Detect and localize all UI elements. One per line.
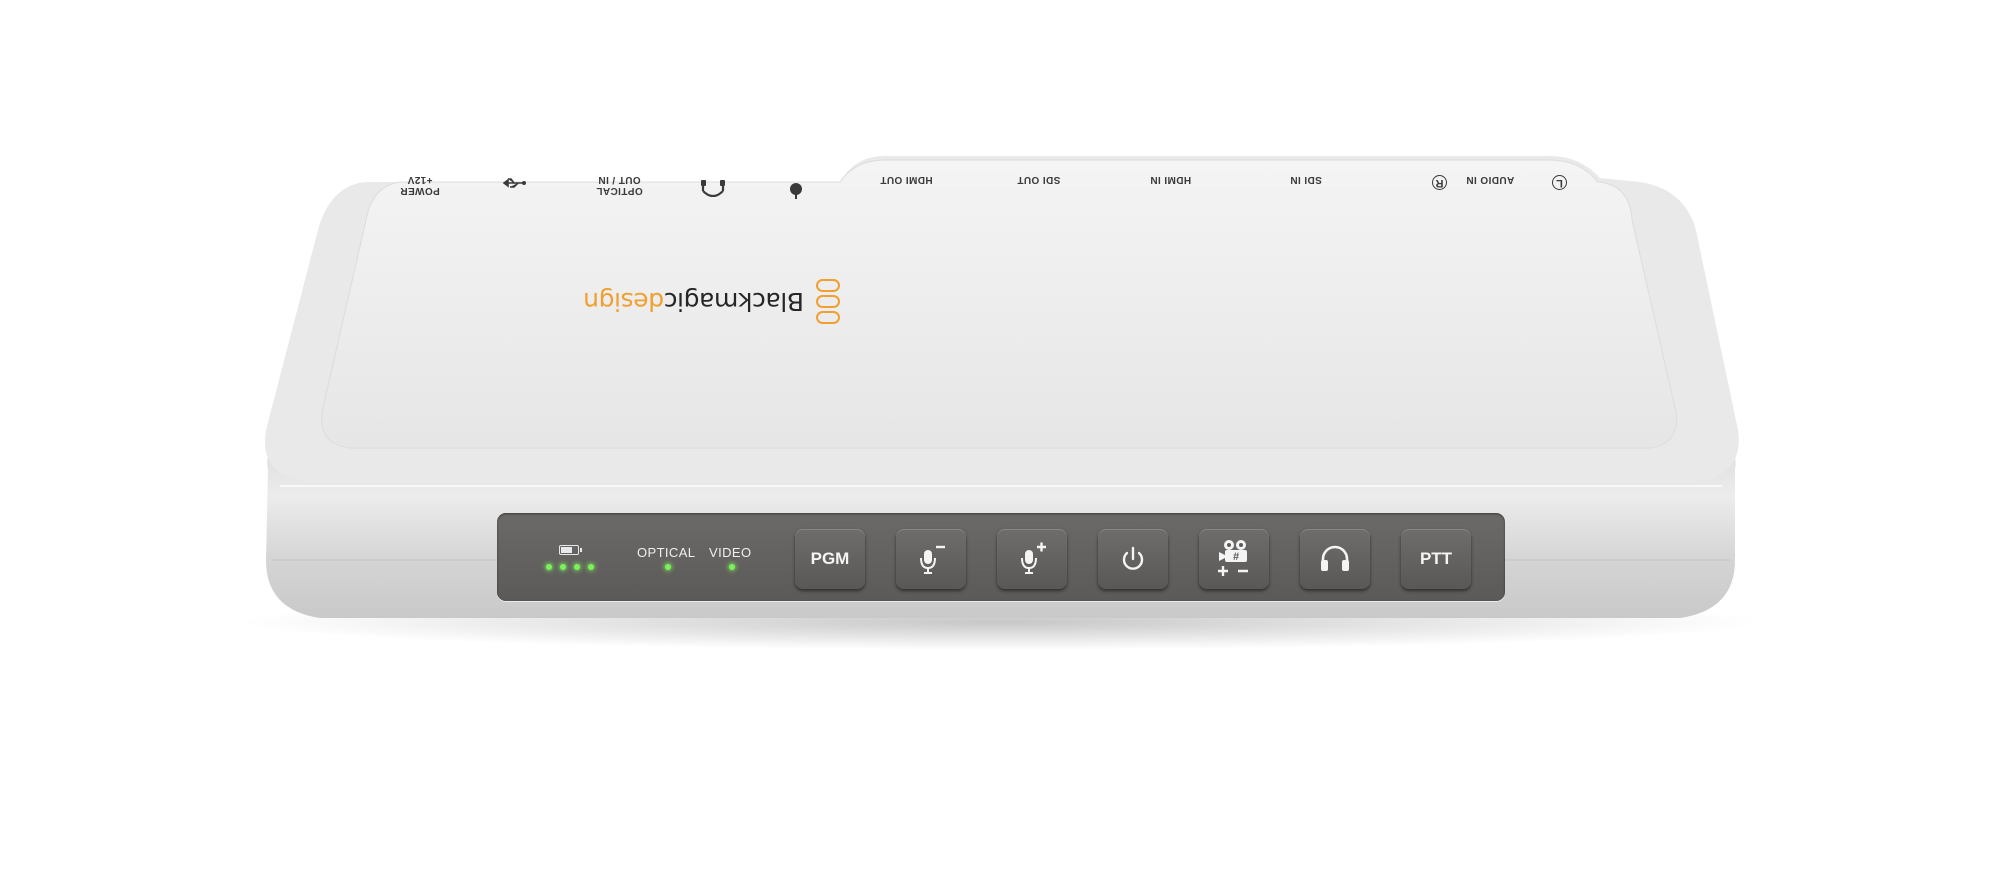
optical-led (665, 564, 671, 570)
rear-label-optical: OPTICAL OUT / IN (596, 174, 643, 196)
rear-label-sdi-in: SDI IN (1290, 174, 1322, 185)
headphones-icon (1321, 545, 1349, 571)
front-control-panel: OPTICAL VIDEO PGM # PTT (497, 513, 1505, 601)
power-button[interactable] (1098, 529, 1168, 589)
mic-minus-icon (920, 545, 945, 574)
rear-label-sdi-out: SDI OUT (1017, 174, 1061, 185)
product-photo: POWER +12V OPTICAL OUT / IN HDMI OUT SDI… (0, 0, 2000, 880)
battery-fill (561, 547, 572, 553)
mic-plus-icon (1021, 542, 1046, 574)
logo-wordmark: Blackmagicdesign (583, 287, 804, 317)
logo-mark-icon (816, 279, 840, 325)
audio-right-icon: R (1432, 175, 1447, 190)
rear-label-audio-in: AUDIO IN (1466, 174, 1515, 185)
video-led (729, 564, 735, 570)
headset-connector-icon (700, 174, 726, 198)
ground-icon (788, 176, 804, 199)
camera-number-icon: # (1218, 540, 1248, 576)
battery-icon (559, 545, 582, 555)
pgm-button[interactable]: PGM (795, 529, 865, 589)
brand-logo: Blackmagicdesign (490, 272, 840, 332)
power-icon (1122, 546, 1144, 570)
camera-number-button[interactable]: # (1199, 529, 1269, 589)
optical-label: OPTICAL (637, 545, 696, 560)
battery-led (574, 564, 580, 570)
video-label: VIDEO (709, 545, 752, 560)
battery-led (546, 564, 552, 570)
rear-label-hdmi-in: HDMI IN (1150, 174, 1192, 185)
headphones-button[interactable] (1300, 529, 1370, 589)
mic-plus-button[interactable] (997, 529, 1067, 589)
battery-led (588, 564, 594, 570)
ptt-button[interactable]: PTT (1401, 529, 1471, 589)
rear-label-power: POWER +12V (400, 174, 440, 196)
rear-label-hdmi-out: HDMI OUT (880, 174, 933, 185)
battery-led (560, 564, 566, 570)
audio-left-icon: L (1552, 175, 1567, 190)
ptt-button-label: PTT (1419, 549, 1453, 568)
svg-text:#: # (1233, 551, 1239, 563)
mic-minus-button[interactable] (896, 529, 966, 589)
pgm-button-label: PGM (810, 549, 850, 568)
device-body (240, 156, 1760, 650)
usb-icon (500, 172, 526, 190)
